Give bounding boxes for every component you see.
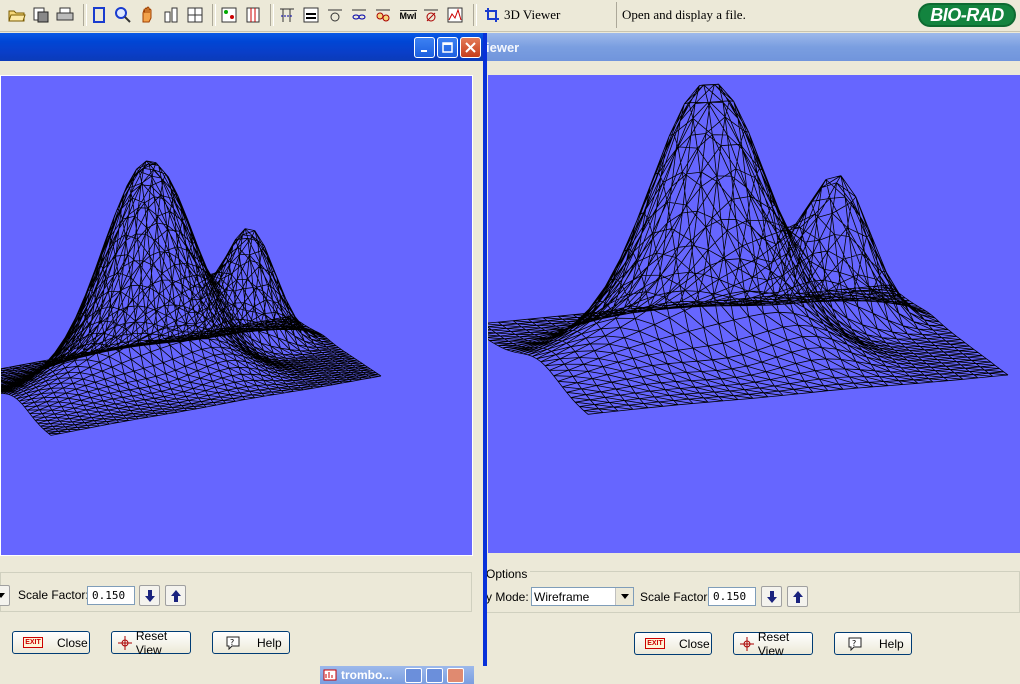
exit-icon: EXIT bbox=[645, 638, 665, 649]
minimize-button[interactable] bbox=[414, 37, 435, 58]
pan-hand-icon[interactable] bbox=[137, 5, 157, 25]
reset-view-button[interactable]: Reset View bbox=[733, 630, 813, 658]
scale-factor-label: Scale Factor: bbox=[18, 588, 89, 602]
restore-icon[interactable] bbox=[405, 667, 422, 683]
group-label: Options bbox=[486, 567, 531, 581]
minimized-window-trombo[interactable]: trombo... bbox=[320, 666, 474, 684]
lane-icon[interactable] bbox=[277, 5, 297, 25]
scale-up-button[interactable] bbox=[165, 585, 186, 606]
wireframe-mesh bbox=[1, 160, 382, 436]
close-button[interactable]: EXIT Close bbox=[12, 631, 90, 654]
crop-3d-icon bbox=[485, 8, 499, 22]
maximize-icon bbox=[442, 42, 453, 53]
scale-down-button[interactable] bbox=[761, 586, 782, 607]
window-title-bar[interactable] bbox=[0, 33, 483, 61]
print-icon[interactable] bbox=[55, 5, 75, 25]
exit-icon: EXIT bbox=[23, 637, 43, 648]
help-button[interactable]: ? Help bbox=[834, 632, 912, 655]
wireframe-mesh bbox=[488, 83, 1009, 415]
scale-factor-label: Scale Factor: bbox=[640, 590, 711, 604]
3d-viewer-window-front: Scale Factor: 0.150 EXIT Close Reset Vie… bbox=[0, 33, 487, 666]
chevron-down-icon[interactable] bbox=[615, 588, 633, 605]
mw-icon[interactable]: MwI bbox=[397, 5, 419, 25]
overlay-icon[interactable] bbox=[373, 5, 393, 25]
print-setup-icon[interactable] bbox=[31, 5, 51, 25]
band-attributes-icon[interactable] bbox=[325, 5, 345, 25]
tool-icon[interactable] bbox=[161, 5, 181, 25]
minimize-icon bbox=[420, 49, 427, 52]
display-mode-dropdown-arrow[interactable] bbox=[0, 585, 10, 606]
arrow-up-icon bbox=[170, 589, 181, 602]
maximize-button[interactable] bbox=[437, 37, 458, 58]
zoom-icon[interactable] bbox=[113, 5, 133, 25]
open-folder-icon[interactable] bbox=[7, 5, 27, 25]
display-mode-label: y Mode: bbox=[486, 590, 529, 604]
close-window-button[interactable] bbox=[460, 37, 481, 58]
scale-down-button[interactable] bbox=[139, 585, 160, 606]
main-toolbar: MwI 3D Viewer Open and display a file. B… bbox=[0, 0, 1020, 32]
crosshair-icon bbox=[116, 635, 134, 650]
display-mode-select[interactable]: Wireframe bbox=[531, 587, 634, 606]
arrow-down-icon bbox=[766, 590, 777, 603]
columns-icon[interactable] bbox=[243, 5, 263, 25]
3d-viewport[interactable] bbox=[488, 75, 1020, 553]
help-icon: ? bbox=[223, 636, 243, 650]
trace-icon[interactable] bbox=[445, 5, 465, 25]
3d-viewer-tool[interactable]: 3D Viewer bbox=[484, 3, 560, 27]
close-icon[interactable] bbox=[447, 667, 464, 683]
help-icon: ? bbox=[845, 637, 865, 651]
scale-factor-input[interactable]: 0.150 bbox=[708, 587, 756, 606]
arrow-up-icon bbox=[792, 590, 803, 603]
analyze-icon[interactable] bbox=[219, 5, 239, 25]
bio-rad-logo: BIO-RAD bbox=[918, 3, 1016, 27]
maximize-icon[interactable] bbox=[426, 667, 443, 683]
arrow-down-icon bbox=[144, 589, 155, 602]
svg-text:?: ? bbox=[852, 639, 856, 648]
band-icon[interactable] bbox=[301, 5, 321, 25]
match-icon[interactable] bbox=[349, 5, 369, 25]
help-button[interactable]: ? Help bbox=[212, 631, 290, 654]
quantity-icon[interactable] bbox=[421, 5, 441, 25]
status-text: Open and display a file. bbox=[616, 2, 922, 28]
chevron-down-icon bbox=[0, 593, 5, 598]
close-button[interactable]: EXIT Close bbox=[634, 632, 712, 655]
close-icon bbox=[465, 42, 476, 53]
svg-text:?: ? bbox=[230, 638, 234, 647]
crop-icon[interactable] bbox=[89, 5, 109, 25]
minimized-bar: trombo... bbox=[0, 666, 1020, 684]
window-title-bar[interactable]: iewer bbox=[484, 33, 1020, 61]
crosshair-icon bbox=[738, 636, 756, 651]
grid-icon[interactable] bbox=[185, 5, 205, 25]
scale-up-button[interactable] bbox=[787, 586, 808, 607]
3d-viewport[interactable] bbox=[0, 75, 473, 556]
3d-viewer-window-back: iewer Options y Mode: Wireframe Scale Fa… bbox=[484, 33, 1020, 666]
reset-view-button[interactable]: Reset View bbox=[111, 629, 191, 657]
chart-icon bbox=[323, 669, 337, 681]
scale-factor-input[interactable]: 0.150 bbox=[87, 586, 135, 605]
